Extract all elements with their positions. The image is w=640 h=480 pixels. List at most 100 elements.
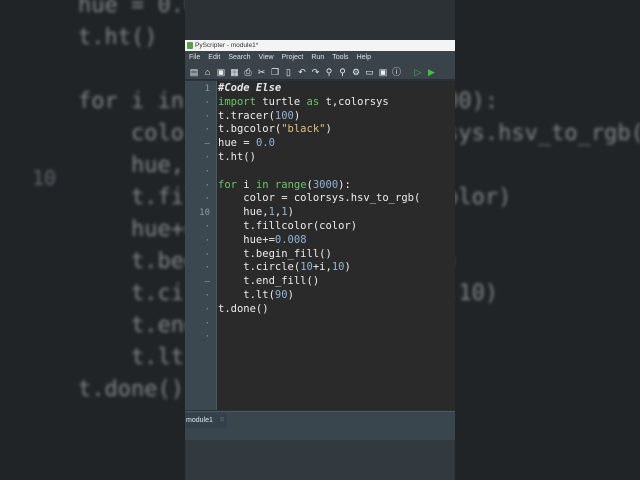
line-marker: ·: [204, 318, 210, 329]
code-line: hue+=0.008: [218, 234, 420, 248]
code-token: t.end_fill(): [218, 275, 320, 288]
code-token: for: [218, 178, 237, 191]
code-token: 0.0: [255, 137, 275, 150]
menu-run[interactable]: Run: [307, 54, 328, 61]
line-number: –: [204, 139, 210, 150]
code-token: 10: [331, 261, 345, 274]
open-icon[interactable]: ⌂: [203, 67, 213, 77]
blurred-code-line: t.ht(): [78, 25, 158, 50]
line-number-gutter: 1 · · · – · · · · 10 · · · · – · · · ·: [185, 81, 217, 410]
code-token: range: [274, 178, 307, 191]
blurred-code-line: t.done(): [78, 377, 184, 402]
line-number: ·: [204, 166, 210, 177]
blurred-code-line: t.end_fill(): [455, 310, 640, 342]
blurred-code-line: t.fillcolor(color): [455, 185, 512, 210]
code-token: ): [287, 288, 294, 301]
code-token: hue,: [218, 206, 269, 219]
code-token: 10: [300, 261, 313, 274]
menu-bar: File Edit Search View Project Run Tools Help: [185, 51, 455, 64]
code-token: hue =: [218, 137, 256, 150]
debug-icon[interactable]: ▶: [427, 67, 437, 77]
code-token: color = colorsys.hsv_to_rgb(: [218, 192, 421, 205]
code-token: t.tracer(: [218, 109, 275, 122]
tab-close-icon[interactable]: ⁝⁝: [220, 413, 224, 428]
code-line: color = colorsys.hsv_to_rgb(: [218, 192, 420, 206]
save-icon[interactable]: ▣: [216, 67, 226, 77]
blurred-code-line: t.done(): [455, 374, 640, 406]
line-number: ·: [204, 194, 210, 205]
code-line: t.end_fill(): [218, 275, 420, 289]
title-bar: PyScripter - module1*: [185, 40, 455, 51]
tab-label: module1: [186, 417, 213, 424]
save-all-icon[interactable]: ▦: [230, 67, 240, 77]
pyscripter-window: PyScripter - module1* File Edit Search View…: [185, 0, 455, 480]
blurred-code-line: t.end_fill(): [130, 313, 185, 338]
code-token: t.begin_fill(): [218, 247, 332, 260]
menu-edit[interactable]: Edit: [204, 54, 224, 61]
app-icon: [187, 42, 193, 49]
blurred-code-line: t.lt(90): [455, 342, 640, 374]
code-token: ): [287, 206, 294, 219]
tab-module1[interactable]: module1 ⁝⁝: [185, 413, 227, 428]
panel-header: [185, 429, 455, 440]
code-token: turtle: [255, 95, 307, 108]
copy-icon[interactable]: ❐: [270, 67, 280, 77]
code-editor[interactable]: 1 · · · – · · · · 10 · · · · – · · · · #Code Else import tu…: [185, 81, 455, 410]
code-token: t,colorsys: [319, 95, 389, 108]
line-number: ·: [204, 111, 210, 122]
code-text[interactable]: #Code Else import turtle as t,colorsys t.t…: [218, 82, 420, 317]
code-token: ):: [338, 178, 351, 191]
code-line: t.ht(): [218, 151, 420, 165]
line-number: ·: [204, 235, 210, 246]
code-line: for i in range(3000):: [218, 179, 420, 193]
blurred-code-line: for i in range(3000):: [455, 89, 499, 114]
blurred-code-line: [455, 54, 640, 86]
code-token: i: [236, 178, 256, 191]
redo-icon[interactable]: ↷: [311, 67, 321, 77]
folder-icon[interactable]: ▭: [365, 67, 375, 77]
blurred-code-line: color = colorsys.hsv_to_rgb(: [455, 121, 640, 146]
code-line: hue,1,1): [218, 206, 420, 220]
code-token: +i,: [312, 261, 332, 274]
code-token: #Code Else: [218, 82, 282, 94]
code-token: import: [218, 95, 256, 108]
editor-tab-bar: module1 ⁝⁝: [185, 411, 455, 429]
find-next-icon[interactable]: ⚲: [338, 67, 348, 77]
code-line: t.begin_fill(): [218, 248, 420, 262]
info-icon[interactable]: ⓘ: [392, 67, 402, 77]
line-marker: ·: [204, 332, 210, 343]
menu-file[interactable]: File: [185, 54, 204, 61]
menu-tools[interactable]: Tools: [328, 54, 352, 61]
line-number: ·: [204, 249, 210, 260]
code-line: t.bgcolor("black"): [218, 123, 420, 137]
run-icon[interactable]: ▷: [413, 67, 423, 77]
blurred-code-line: for i in range(3000):: [78, 89, 184, 114]
blurred-code-line: hue,1,1): [455, 150, 640, 182]
blurred-background-left: hue = 0.0 t.ht() for i in range(3000): co…: [0, 0, 185, 480]
paste-icon[interactable]: ▯: [284, 67, 294, 77]
code-line: t.fillcolor(color): [218, 220, 420, 234]
replace-icon[interactable]: ⚙: [351, 67, 361, 77]
cut-icon[interactable]: ✂: [257, 67, 267, 77]
menu-view[interactable]: View: [255, 54, 278, 61]
code-line: import turtle as t,colorsys: [218, 96, 420, 110]
code-token: ): [325, 123, 332, 136]
menu-project[interactable]: Project: [278, 54, 308, 61]
menu-help[interactable]: Help: [353, 54, 375, 61]
menu-search[interactable]: Search: [224, 54, 254, 61]
line-number: –: [204, 277, 210, 288]
code-line: t.lt(90): [218, 289, 420, 303]
code-token: t.ht(): [218, 150, 256, 163]
line-number: ·: [204, 304, 210, 315]
code-line: t.circle(10+i,10): [218, 261, 420, 275]
new-file-icon[interactable]: ▤: [189, 67, 199, 77]
code-token: hue+=: [218, 233, 275, 246]
line-number: 1: [204, 84, 210, 94]
undo-icon[interactable]: ↶: [297, 67, 307, 77]
code-token: ): [293, 109, 301, 122]
search-icon[interactable]: ⚲: [324, 67, 334, 77]
window-icon[interactable]: ▣: [378, 67, 388, 77]
blurred-code-line: t.fillcolor(color): [130, 185, 185, 210]
code-token: ): [344, 261, 351, 274]
print-icon[interactable]: ⎙: [243, 67, 253, 77]
